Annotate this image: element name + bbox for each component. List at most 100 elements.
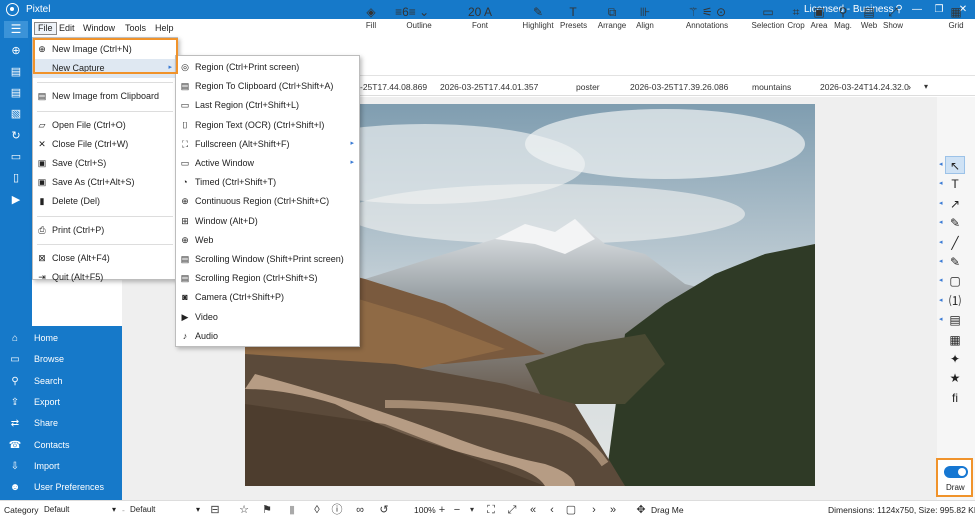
menu-window[interactable]: Window (80, 22, 118, 35)
capture-menu-item[interactable]: ⊕ Continuous Region (Ctrl+Shift+C) (176, 192, 359, 211)
toolbar-magnifier-button[interactable]: ⚲ Mag. (831, 3, 855, 37)
phone-icon[interactable]: ▯ (8, 171, 24, 185)
flag-icon[interactable]: ⚑ (260, 502, 274, 518)
toolbar-presets-button[interactable]: T Presets (560, 3, 587, 37)
last-icon[interactable]: » (606, 502, 620, 518)
pen-tool-icon[interactable]: ✎ (945, 214, 965, 232)
document-icon[interactable]: ▤ (8, 86, 24, 100)
line-tool-icon[interactable]: ╱ (945, 234, 965, 252)
first-icon[interactable]: « (526, 502, 540, 518)
nav-item-browse[interactable]: ▭ Browse (0, 349, 122, 370)
capture-menu-item[interactable]: ⌷ Region Text (OCR) (Ctrl+Shift+I) (176, 116, 359, 135)
tool-expand-icon[interactable]: ◂ (939, 199, 943, 207)
zoom-out-icon[interactable]: − (451, 502, 463, 518)
file-menu-item[interactable]: ▣ Save As (Ctrl+Alt+S) (33, 173, 177, 192)
draw-toggle[interactable] (944, 466, 968, 478)
file-menu-item[interactable]: ✕ Close File (Ctrl+W) (33, 135, 177, 154)
tags-icon[interactable]: ⊟ (208, 502, 222, 518)
zoom-value[interactable]: 100% (414, 505, 436, 515)
hamburger-menu-icon[interactable]: ☰ (4, 21, 28, 38)
capture-menu-item[interactable]: ▶ Video (176, 308, 359, 327)
tag-icon[interactable]: ◊ (310, 502, 324, 518)
capture-menu-item[interactable]: ◙ Camera (Ctrl+Shift+P) (176, 288, 359, 307)
clipboard-icon[interactable]: ▤ (8, 65, 24, 79)
window-icon[interactable]: ▭ (8, 150, 24, 164)
marker-tool-icon[interactable]: ✎ (945, 253, 965, 271)
toolbar-line-width-button[interactable]: ≡6 (392, 3, 412, 37)
nav-item-export[interactable]: ⇪ Export (0, 392, 122, 413)
nav-item-share[interactable]: ⇄ Share (0, 413, 122, 434)
draw-toggle-box[interactable]: Draw (936, 458, 973, 497)
tool-expand-icon[interactable]: ◂ (939, 296, 943, 304)
capture-icon[interactable]: ⊕ (8, 44, 24, 58)
frame-icon[interactable]: ▢ (565, 502, 577, 518)
toolbar-arrange-button[interactable]: ⧉ Arrange (592, 3, 632, 37)
tool-expand-icon[interactable]: ◂ (939, 238, 943, 246)
text-tool-icon[interactable]: T (945, 175, 965, 193)
fx-tool-icon[interactable]: fi (945, 389, 965, 407)
capture-menu-item[interactable]: ⊕ Web (176, 231, 359, 250)
capture-menu-item[interactable]: ▭ Last Region (Ctrl+Shift+L) (176, 96, 359, 115)
toolbar-align-button[interactable]: ⊪ Align (631, 3, 659, 37)
zoom-in-icon[interactable]: + (436, 502, 448, 518)
toolbar-annotations-button[interactable]: ⚚ ⚟ ⊙ Annotations (667, 3, 747, 37)
tab-3[interactable]: poster (576, 82, 600, 92)
default-select[interactable]: Default ▾ (130, 504, 202, 516)
toolbar-font-button[interactable]: 20 A Font (450, 3, 510, 37)
prev-icon[interactable]: ‹ (546, 502, 558, 518)
file-menu-item[interactable]: ▤ New Image from Clipboard (33, 87, 177, 106)
tool-expand-icon[interactable]: ◂ (939, 315, 943, 323)
history-icon[interactable]: ↻ (8, 129, 24, 143)
file-menu-item[interactable]: ▣ Save (Ctrl+S) (33, 154, 177, 173)
nav-item-user-preferences[interactable]: ☻ User Preferences (0, 477, 122, 498)
menu-tools[interactable]: Tools (122, 22, 149, 35)
tool-expand-icon[interactable]: ◂ (939, 218, 943, 226)
nav-item-search[interactable]: ⚲ Search (0, 371, 122, 392)
bookmark-icon[interactable]: ▮ (285, 502, 299, 518)
fit-icon[interactable]: ⛶ (484, 502, 498, 518)
toolbar-web-button[interactable]: ▤ Web (858, 3, 880, 37)
minimize-button[interactable]: — (907, 2, 927, 17)
capture-menu-item[interactable]: ◔ Timed (Ctrl+Shift+T) (176, 173, 359, 192)
category-select[interactable]: Default ▾ (44, 504, 118, 516)
star-icon[interactable]: ☆ (236, 502, 252, 518)
tab-1[interactable]: -25T17.44.08.869 (360, 82, 427, 92)
next-icon[interactable]: › (588, 502, 600, 518)
zoom-dropdown-icon[interactable]: ▾ (466, 502, 478, 518)
select-tool-icon[interactable]: ↖ (945, 156, 965, 174)
toolbar-selection-button[interactable]: ▭ Selection (750, 3, 786, 37)
toolbar-fill-button[interactable]: ◈ Fill (357, 3, 385, 37)
sticker-tool-icon[interactable]: ▦ (945, 331, 965, 349)
document-tool-icon[interactable]: ▤ (945, 311, 965, 329)
drag-icon[interactable]: ✥ (634, 502, 648, 518)
file-menu-item[interactable]: ⊠ Close (Alt+F4) (33, 249, 177, 268)
capture-menu-item[interactable]: ▭ Active Window ▸ (176, 154, 359, 173)
file-menu-item[interactable]: ⇥ Quit (Alt+F5) (33, 268, 177, 287)
capture-menu-item[interactable]: ⛶ Fullscreen (Alt+Shift+F) ▸ (176, 135, 359, 154)
video-icon[interactable]: ▶ (8, 193, 24, 207)
capture-menu-item[interactable]: ⊞ Window (Alt+D) (176, 212, 359, 231)
shape-tool-icon[interactable]: ▢ (945, 272, 965, 290)
info-icon[interactable]: ⓘ (330, 502, 344, 518)
toolbar-show-button[interactable]: ⤢ Show (881, 3, 905, 37)
tab-5[interactable]: mountains (752, 82, 791, 92)
tabs-dropdown-icon[interactable]: ▾ (924, 82, 928, 91)
tool-expand-icon[interactable]: ◂ (939, 179, 943, 187)
toolbar-grid-button[interactable]: ▦ Grid (944, 3, 968, 37)
capture-menu-item[interactable]: ▤ Scrolling Window (Shift+Print screen) (176, 250, 359, 269)
capture-menu-item[interactable]: ◎ Region (Ctrl+Print screen) (176, 58, 359, 77)
tabs-scroll-icon[interactable]: › (908, 82, 911, 92)
toolbar-highlight-button[interactable]: ✎ Highlight (517, 3, 559, 37)
magic-tool-icon[interactable]: ✦ (945, 350, 965, 368)
tool-expand-icon[interactable]: ◂ (939, 257, 943, 265)
file-menu-item[interactable]: ▱ Open File (Ctrl+O) (33, 116, 177, 135)
arrow-tool-icon[interactable]: ↗ (945, 195, 965, 213)
expand-icon[interactable]: ⤢ (505, 502, 519, 518)
capture-menu-item[interactable]: ▤ Region To Clipboard (Ctrl+Shift+A) (176, 77, 359, 96)
drag-me-label[interactable]: Drag Me (651, 505, 684, 515)
toolbar-crop-button[interactable]: ⌗ Crop (785, 3, 807, 37)
tool-expand-icon[interactable]: ◂ (939, 160, 943, 168)
menu-edit[interactable]: Edit (56, 22, 78, 35)
menu-help[interactable]: Help (152, 22, 177, 35)
nav-item-home[interactable]: ⌂ Home (0, 328, 122, 349)
